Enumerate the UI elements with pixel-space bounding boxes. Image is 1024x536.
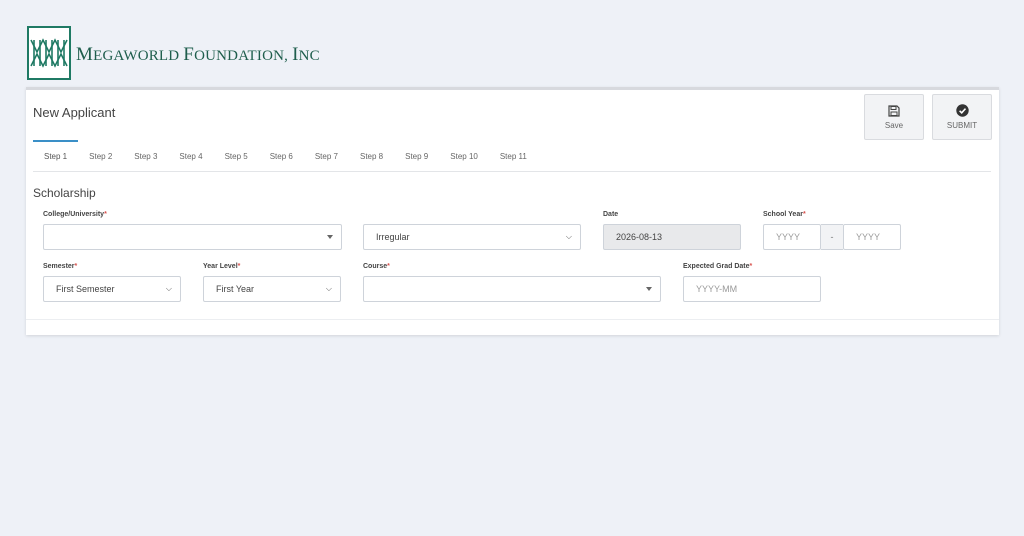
site-header: MEGAWORLD FOUNDATION, INC <box>27 26 320 80</box>
page-title: New Applicant <box>33 105 116 120</box>
tab-step-7[interactable]: Step 7 <box>304 140 349 172</box>
year-level-label: Year Level* <box>203 263 240 270</box>
chevron-down-icon: ⌵ <box>325 284 332 293</box>
college-select[interactable] <box>43 224 342 250</box>
step-tabs: Step 1 Step 2 Step 3 Step 4 Step 5 Step … <box>33 140 991 172</box>
school-year-label: School Year* <box>763 211 806 218</box>
brand-text-oundation: OUNDATION, <box>194 48 293 64</box>
date-field: 2026-08-13 <box>603 224 741 250</box>
year-level-label-text: Year Level <box>203 263 238 270</box>
caret-down-icon <box>327 235 333 239</box>
course-label: Course* <box>363 263 390 270</box>
check-circle-icon <box>955 104 969 117</box>
brand-name: MEGAWORLD FOUNDATION, INC <box>76 44 320 66</box>
grad-date-label-text: Expected Grad Date <box>683 263 750 270</box>
college-label: College/University* <box>43 211 107 218</box>
semester-select[interactable]: First Semester ⌵ <box>43 276 181 302</box>
tab-step-5[interactable]: Step 5 <box>214 140 259 172</box>
required-marker: * <box>749 263 753 270</box>
tab-step-8[interactable]: Step 8 <box>349 140 394 172</box>
required-marker: * <box>104 211 107 218</box>
tab-step-11[interactable]: Step 11 <box>489 140 538 172</box>
submit-button-label: SUBMIT <box>946 121 978 130</box>
tab-step-6[interactable]: Step 6 <box>259 140 304 172</box>
semester-label-text: Semester <box>43 263 75 270</box>
year-level-select-value: First Year <box>216 284 255 294</box>
required-marker: * <box>802 211 806 218</box>
school-year-start-input[interactable]: YYYY <box>763 224 821 250</box>
tab-step-3[interactable]: Step 3 <box>123 140 168 172</box>
chevron-down-icon: ⌵ <box>565 232 572 241</box>
caret-down-icon <box>646 287 652 291</box>
brand-initial-m: M <box>76 44 94 65</box>
applicant-card: New Applicant Save SUBMIT Step 1 Step 2 … <box>26 87 999 335</box>
required-marker: * <box>387 263 390 270</box>
school-year-end-placeholder: YYYY <box>856 232 881 242</box>
semester-select-value: First Semester <box>56 284 115 294</box>
required-marker: * <box>237 263 241 270</box>
grad-date-input[interactable]: YYYY-MM <box>683 276 821 302</box>
brand-initial-f: F <box>183 44 195 65</box>
date-field-value: 2026-08-13 <box>616 232 663 242</box>
tab-step-1[interactable]: Step 1 <box>33 140 79 172</box>
school-year-label-text: School Year <box>763 211 803 218</box>
tab-step-2[interactable]: Step 2 <box>78 140 123 172</box>
course-select[interactable] <box>363 276 661 302</box>
brand-text-nc: NC <box>298 48 320 64</box>
course-label-text: Course <box>363 263 388 270</box>
date-label: Date <box>603 211 619 218</box>
school-year-end-input[interactable]: YYYY <box>843 224 901 250</box>
status-select-value: Irregular <box>376 232 410 242</box>
tab-step-4[interactable]: Step 4 <box>168 140 213 172</box>
tab-step-10[interactable]: Step 10 <box>439 140 489 172</box>
grad-date-label: Expected Grad Date* <box>683 263 752 270</box>
tab-step-9[interactable]: Step 9 <box>394 140 439 172</box>
floppy-disk-icon <box>888 104 900 117</box>
semester-label: Semester* <box>43 263 77 270</box>
school-year-start-placeholder: YYYY <box>776 232 801 242</box>
brand-text-egaworld: EGAWORLD <box>93 48 184 64</box>
save-button[interactable]: Save <box>864 94 924 140</box>
year-level-select[interactable]: First Year ⌵ <box>203 276 341 302</box>
school-year-separator: - <box>821 224 843 250</box>
save-button-label: Save <box>884 120 904 130</box>
chevron-down-icon: ⌵ <box>165 284 172 293</box>
card-divider <box>26 319 999 320</box>
college-label-text: College/University <box>43 211 105 218</box>
required-marker: * <box>74 263 78 270</box>
megaworld-logo-icon[interactable] <box>27 26 71 80</box>
status-select[interactable]: Irregular ⌵ <box>363 224 581 250</box>
section-title: Scholarship <box>33 186 96 200</box>
submit-button[interactable]: SUBMIT <box>932 94 992 140</box>
grad-date-placeholder: YYYY-MM <box>696 284 738 294</box>
